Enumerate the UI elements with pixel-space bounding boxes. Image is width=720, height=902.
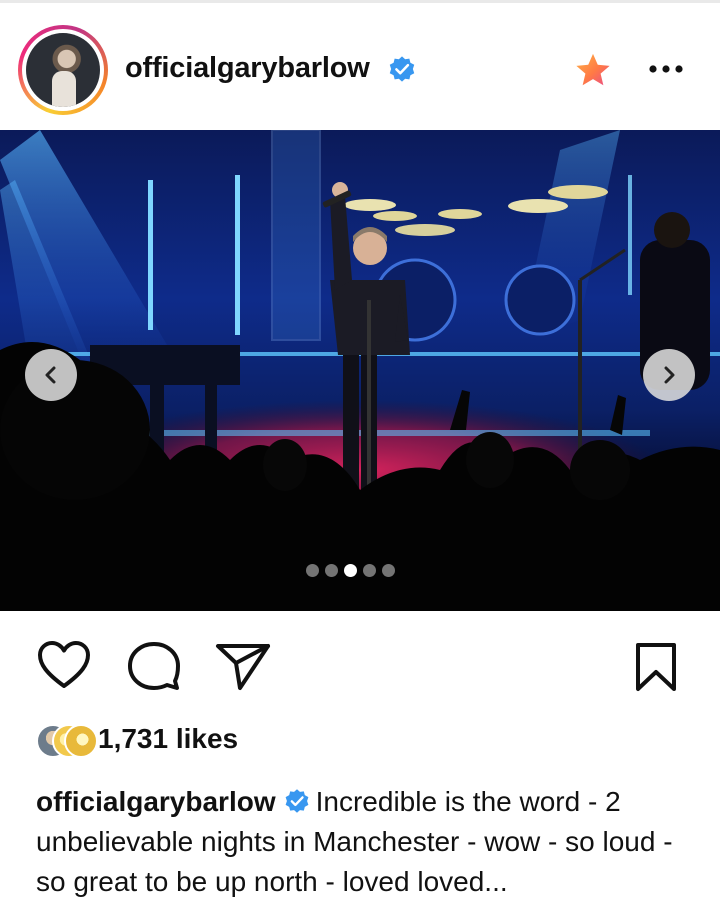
post-username[interactable]: officialgarybarlow [125,52,370,85]
paper-plane-icon[interactable] [212,640,272,692]
carousel-next-button[interactable] [643,349,695,401]
carousel-dot [382,564,395,577]
verified-badge-icon [285,789,308,813]
avatar [64,724,98,758]
carousel-dot [325,564,338,577]
caption-username[interactable]: officialgarybarlow [36,786,276,817]
post-photo[interactable] [0,130,720,611]
carousel-indicator [306,564,395,577]
carousel-dot [363,564,376,577]
post-header: officialgarybarlow [0,3,720,130]
chevron-left-icon [45,366,56,384]
concert-scene [0,130,720,611]
carousel-dot [306,564,319,577]
bookmark-icon[interactable] [632,641,680,693]
post-caption: officialgarybarlow Incredible is the word… [36,782,686,902]
avatar-image [26,33,100,107]
liker-avatars[interactable] [36,724,98,758]
more-dots-icon[interactable] [646,55,686,83]
carousel-prev-button[interactable] [25,349,77,401]
heart-icon[interactable] [36,640,92,692]
avatar[interactable] [18,25,108,115]
chevron-right-icon [664,366,675,384]
carousel-dot-active [344,564,357,577]
comment-bubble-icon[interactable] [126,640,182,692]
likes-count[interactable]: 1,731 likes [98,723,238,755]
star-icon[interactable] [574,51,612,89]
verified-badge-icon [389,56,415,82]
